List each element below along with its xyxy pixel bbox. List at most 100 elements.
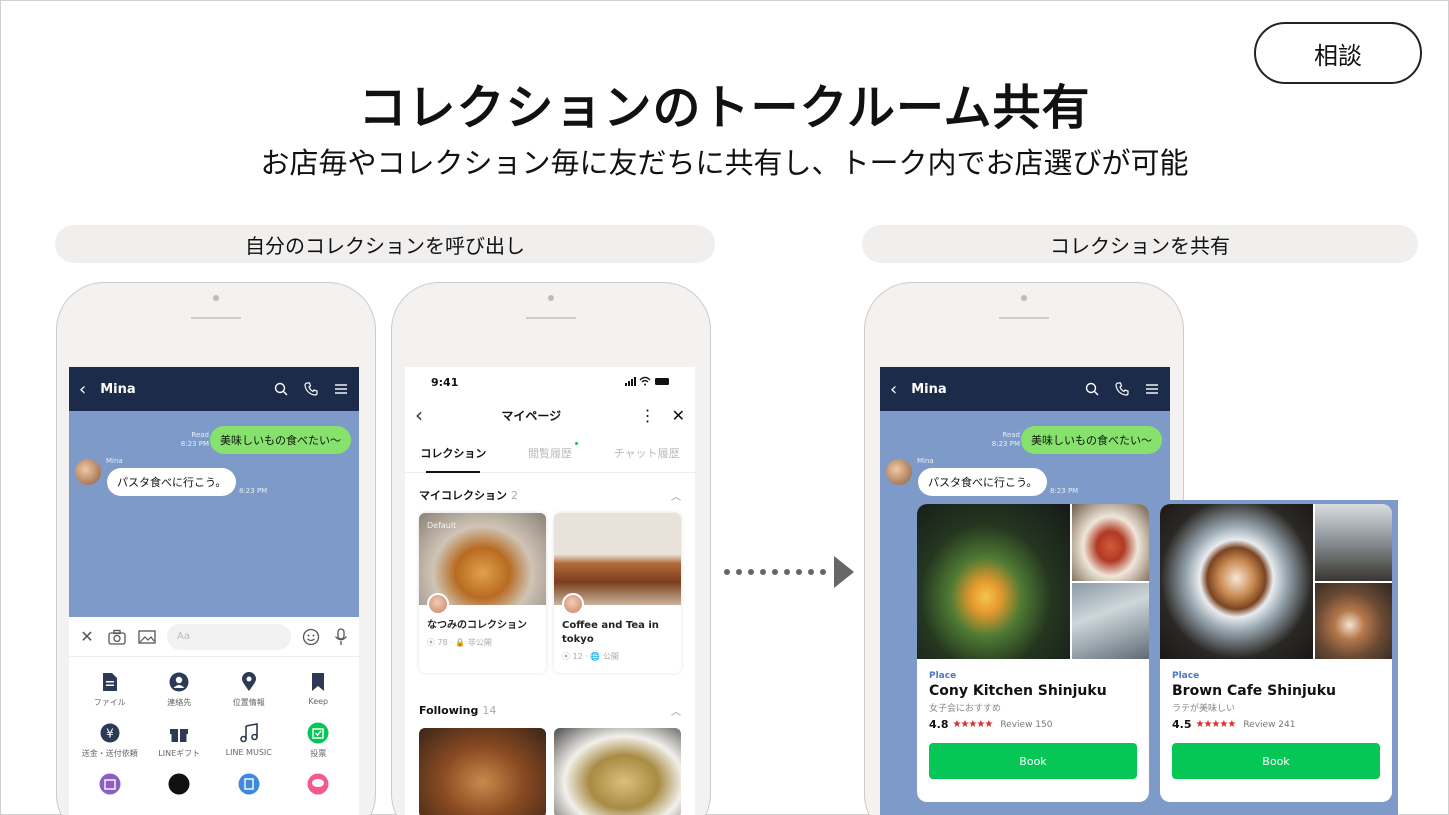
my-collection-header[interactable]: マイコレクション 2 ︿ <box>405 473 695 513</box>
tab-chat-history[interactable]: チャット履歴 <box>598 433 695 472</box>
more-icon[interactable]: ⋮ <box>640 406 656 425</box>
place-side-image <box>1314 504 1392 581</box>
close-icon[interactable]: ✕ <box>77 627 97 647</box>
contact-icon <box>168 671 190 693</box>
menu-item-transfer[interactable]: ¥ 送金・送付依頼 <box>75 722 145 759</box>
collection-count: 78 <box>437 638 448 647</box>
menu-icon[interactable] <box>1144 381 1160 397</box>
sent-time: 8:23 PM <box>180 440 209 448</box>
camera-icon[interactable] <box>107 627 127 647</box>
phone-earpiece <box>526 317 576 319</box>
collection-visibility: 非公開 <box>467 638 492 647</box>
review-count: Review 150 <box>1000 719 1053 730</box>
search-icon[interactable] <box>273 381 289 397</box>
friend-message-time: 8:23 PM <box>239 487 268 495</box>
avatar[interactable] <box>75 459 101 485</box>
file-icon <box>99 671 121 693</box>
my-message-bubble[interactable]: 美味しいもの食べたい〜 <box>210 426 351 454</box>
menu-item-location[interactable]: 位置情報 <box>214 671 284 708</box>
search-icon[interactable] <box>1084 381 1100 397</box>
arrow-dot <box>748 569 754 575</box>
book-button[interactable]: Book <box>1172 743 1380 779</box>
place-type: Place <box>929 671 957 681</box>
chevron-up-icon[interactable]: ︿ <box>671 703 681 718</box>
place-side-image <box>1314 582 1392 659</box>
status-icons <box>625 376 671 389</box>
menu-label: LINEギフト <box>158 749 201 758</box>
emoji-icon[interactable] <box>301 627 321 647</box>
book-button[interactable]: Book <box>929 743 1137 779</box>
new-dot <box>575 442 579 445</box>
menu-label: 連絡先 <box>167 698 192 707</box>
read-label: Read <box>1002 431 1020 439</box>
tab-collection[interactable]: コレクション <box>405 433 502 473</box>
avatar <box>427 593 449 615</box>
place-card[interactable]: Place Cony Kitchen Shinjuku 女子会におすすめ 4.8… <box>917 504 1149 802</box>
read-receipt: Read 8:23 PM <box>992 431 1020 449</box>
place-info: Place Brown Cafe Shinjuku ラテが美味しい 4.5 ★★… <box>1160 659 1392 731</box>
place-rating: 4.8 ★★★★★ Review 150 <box>929 718 1137 731</box>
mypage-screen: 9:41 ‹ マイページ ⋮ ✕ コレクション 閲覧履歴 チャット履歴 マイコレ… <box>405 367 695 815</box>
menu-item-note[interactable] <box>214 773 284 795</box>
gift-icon <box>168 722 190 744</box>
collection-card[interactable]: Coffee and Tea in tokyo ⦿ 12 · 🌐 公開 <box>554 513 681 673</box>
my-message-bubble[interactable]: 美味しいもの食べたい〜 <box>1021 426 1162 454</box>
collection-cover-image <box>554 513 681 605</box>
menu-item-line-app[interactable] <box>145 773 215 795</box>
star-icon: ★★★★★ <box>952 719 994 730</box>
collection-count: 12 <box>572 652 583 661</box>
page-subtitle: お店毎やコレクション毎に友だちに共有し、トーク内でお店選びが可能 <box>260 146 1189 180</box>
place-card[interactable]: Place Brown Cafe Shinjuku ラテが美味しい 4.5 ★★… <box>1160 504 1392 802</box>
friend-name: Mina <box>106 457 123 465</box>
phone-icon[interactable] <box>1114 381 1130 397</box>
menu-item-file[interactable]: ファイル <box>75 671 145 708</box>
menu-item-calendar[interactable] <box>75 773 145 795</box>
place-side-image <box>1071 582 1149 659</box>
arrow-dot <box>808 569 814 575</box>
menu-label: 位置情報 <box>232 698 265 707</box>
chevron-up-icon[interactable]: ︿ <box>671 488 681 503</box>
following-card[interactable] <box>419 728 546 815</box>
section-label-left: 自分のコレクションを呼び出し <box>55 225 715 263</box>
section-label-right: コレクションを共有 <box>862 225 1418 263</box>
chat-body: Read 8:23 PM 美味しいもの食べたい〜 Mina パスタ食べに行こう。 … <box>69 411 359 617</box>
review-count: Review 241 <box>1243 719 1296 730</box>
place-side-images <box>1071 504 1149 659</box>
menu-item-chat-sticker[interactable] <box>284 773 354 795</box>
tab-browsing-history[interactable]: 閲覧履歴 <box>502 433 599 472</box>
menu-label: LINE MUSIC <box>225 748 272 757</box>
close-icon[interactable]: ✕ <box>672 406 685 425</box>
back-icon[interactable]: ‹ <box>415 403 423 427</box>
mypage-title: マイページ <box>501 408 562 423</box>
menu-icon[interactable] <box>333 381 349 397</box>
friend-message-bubble[interactable]: パスタ食べに行こう。 <box>918 468 1048 496</box>
phone-chat: ‹ Mina Read 8:23 PM 美味しいもの食べたい〜 Mina パスタ食… <box>56 282 376 815</box>
read-label: Read <box>191 431 209 439</box>
menu-item-vote[interactable]: 投票 <box>284 722 354 759</box>
menu-label: ファイル <box>93 698 126 707</box>
menu-item-contact[interactable]: 連絡先 <box>145 671 215 708</box>
arrow-dot <box>796 569 802 575</box>
chat-header: ‹ Mina <box>880 367 1170 411</box>
following-card[interactable] <box>554 728 681 815</box>
back-icon[interactable]: ‹ <box>79 379 86 400</box>
place-main-image <box>1160 504 1313 659</box>
mic-icon[interactable] <box>331 627 351 647</box>
friend-message-bubble[interactable]: パスタ食べに行こう。 <box>107 468 237 496</box>
menu-item-music[interactable]: LINE MUSIC <box>214 722 284 759</box>
collection-card[interactable]: Default なつみのコレクション ⦿ 78 · 🔒 非公開 <box>419 513 546 673</box>
menu-item-keep[interactable]: Keep <box>284 671 354 708</box>
following-header[interactable]: Following 14 ︿ <box>405 673 695 728</box>
message-input[interactable]: Aa <box>167 623 291 650</box>
following-cards <box>405 728 695 815</box>
menu-item-gift[interactable]: LINEギフト <box>145 722 215 759</box>
avatar[interactable] <box>886 459 912 485</box>
following-count: 14 <box>482 704 497 717</box>
rating-value: 4.8 <box>929 718 949 731</box>
place-images <box>1160 504 1392 659</box>
image-icon[interactable] <box>137 627 157 647</box>
avatar <box>562 593 584 615</box>
back-icon[interactable]: ‹ <box>890 379 897 400</box>
phone-icon[interactable] <box>303 381 319 397</box>
yen-icon: ¥ <box>99 722 121 744</box>
